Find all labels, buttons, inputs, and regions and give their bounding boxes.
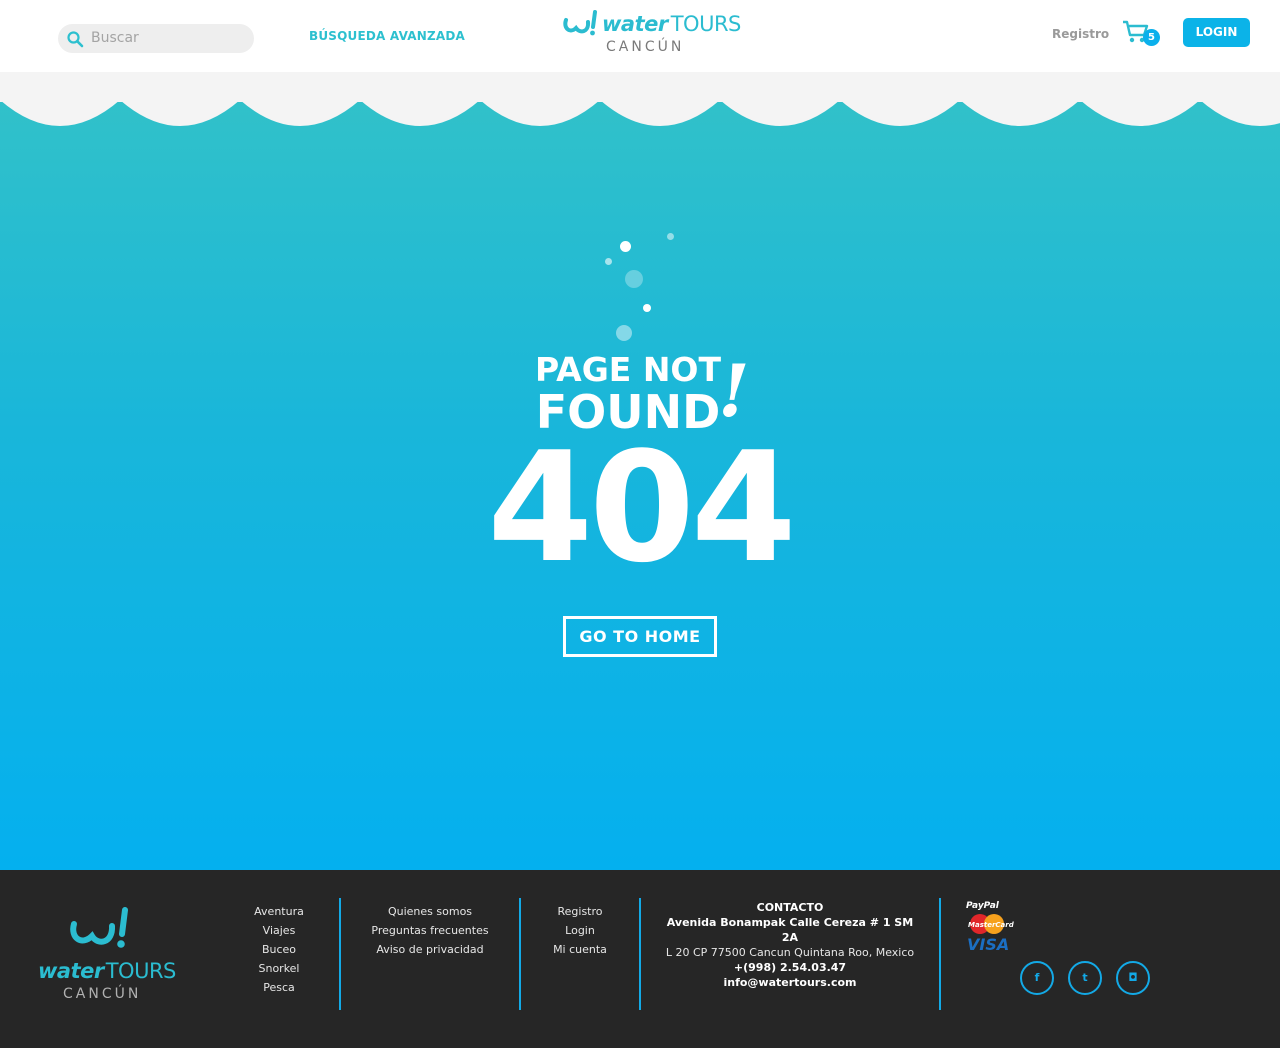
- cart-count-badge: 5: [1143, 29, 1160, 46]
- payment-methods: PayPal MasterCard VISA: [964, 898, 1024, 954]
- footer-info-menu: Quienes somos Preguntas frecuentes Aviso…: [360, 902, 500, 959]
- bubble: [625, 270, 643, 288]
- footer-divider: [339, 898, 341, 1010]
- footer-link-registro[interactable]: Registro: [535, 902, 625, 921]
- footer-activities-menu: Aventura Viajes Buceo Snorkel Pesca: [229, 902, 329, 997]
- footer-link-mi-cuenta[interactable]: Mi cuenta: [535, 940, 625, 959]
- search-icon: [67, 31, 84, 48]
- footer-divider: [519, 898, 521, 1010]
- footer-account-menu: Registro Login Mi cuenta: [535, 902, 625, 959]
- go-home-button[interactable]: GO TO HOME: [563, 616, 717, 657]
- search-input[interactable]: Buscar: [91, 30, 139, 46]
- wave-logo-icon: [70, 907, 128, 948]
- paypal-logo-text: PayPal: [966, 901, 1000, 911]
- footer-link-snorkel[interactable]: Snorkel: [229, 959, 329, 978]
- wave-logo-icon: [563, 10, 597, 36]
- contact-address-line2: L 20 CP 77500 Cancun Quintana Roo, Mexic…: [665, 946, 915, 959]
- footer-link-viajes[interactable]: Viajes: [229, 921, 329, 940]
- logo-brand: water TOURS: [602, 12, 741, 36]
- cart-button[interactable]: 5: [1122, 20, 1162, 46]
- error-code: 404: [487, 419, 796, 596]
- wave-border: [0, 72, 1280, 126]
- footer-divider: [639, 898, 641, 1010]
- footer-link-aventura[interactable]: Aventura: [229, 902, 329, 921]
- bubble: [643, 304, 651, 312]
- contact-phone[interactable]: +(998) 2.54.03.47: [660, 960, 920, 975]
- footer-link-pesca[interactable]: Pesca: [229, 978, 329, 997]
- error-hero: PAGE NOT FOUND ! 404 GO TO HOME: [0, 72, 1280, 870]
- footer-link-quienes-somos[interactable]: Quienes somos: [360, 902, 500, 921]
- search-box[interactable]: Buscar: [58, 24, 254, 53]
- page-not-label: PAGE NOT: [535, 350, 721, 389]
- facebook-icon[interactable]: f: [1020, 961, 1054, 995]
- footer-logo-brand-bold: water: [38, 959, 104, 983]
- site-footer: waterTOURS CANCÚN Aventura Viajes Buceo …: [0, 870, 1280, 1048]
- visa-logo-text: VISA: [967, 935, 1009, 954]
- exclamation-mark: !: [718, 348, 750, 433]
- mastercard-logo-text: MasterCard: [968, 921, 1015, 929]
- footer-link-login[interactable]: Login: [535, 921, 625, 940]
- register-link[interactable]: Registro: [1052, 27, 1109, 41]
- login-button[interactable]: LOGIN: [1183, 18, 1250, 47]
- advanced-search-link[interactable]: BÚSQUEDA AVANZADA: [309, 29, 465, 43]
- footer-link-privacy[interactable]: Aviso de privacidad: [360, 940, 500, 959]
- site-logo[interactable]: water TOURS CANCÚN: [562, 10, 741, 60]
- bubble: [667, 233, 674, 240]
- contact-heading: CONTACTO: [756, 901, 824, 914]
- footer-logo-city: CANCÚN: [63, 986, 142, 1002]
- twitter-icon[interactable]: t: [1068, 961, 1102, 995]
- bubble: [605, 258, 612, 265]
- payment-logos-icon: PayPal MasterCard VISA: [966, 901, 1015, 954]
- bubble: [616, 325, 632, 341]
- instagram-icon[interactable]: ◘: [1116, 961, 1150, 995]
- logo-brand-light: TOURS: [670, 12, 742, 36]
- footer-logo-brand: waterTOURS: [38, 959, 176, 983]
- footer-divider: [939, 898, 941, 1010]
- logo-brand-bold: water: [602, 12, 668, 36]
- footer-logo-brand-light: TOURS: [105, 959, 177, 983]
- contact-email[interactable]: info@watertours.com: [660, 975, 920, 990]
- contact-address-line1: Avenida Bonampak Calle Cereza # 1 SM 2A: [666, 916, 914, 944]
- bubble: [620, 241, 631, 252]
- footer-link-faq[interactable]: Preguntas frecuentes: [360, 921, 500, 940]
- footer-logo[interactable]: waterTOURS CANCÚN: [36, 906, 176, 1006]
- footer-link-buceo[interactable]: Buceo: [229, 940, 329, 959]
- site-header: Buscar BÚSQUEDA AVANZADA water TOURS CANC…: [0, 0, 1280, 72]
- footer-contact: CONTACTO Avenida Bonampak Calle Cereza #…: [660, 900, 920, 990]
- logo-city: CANCÚN: [606, 39, 685, 55]
